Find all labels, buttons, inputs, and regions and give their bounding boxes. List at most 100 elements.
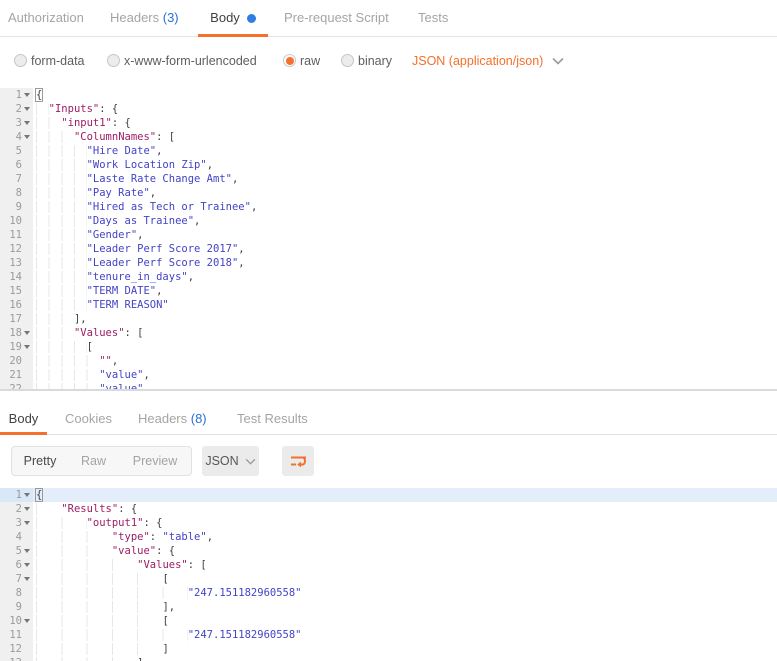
fold-arrow-icon[interactable] <box>24 563 30 567</box>
code-text: [ <box>33 340 777 354</box>
code-line[interactable]: 3 "input1": { <box>0 116 777 130</box>
code-line[interactable]: 15 "TERM DATE", <box>0 284 777 298</box>
fold-arrow-icon[interactable] <box>24 331 30 335</box>
request-tab-authorization[interactable]: Authorization <box>8 0 84 36</box>
request-tab-pre-request-script[interactable]: Pre-request Script <box>284 0 389 36</box>
code-line[interactable]: 3 "output1": { <box>0 516 777 530</box>
code-text: "ColumnNames": [ <box>33 130 777 144</box>
body-type-radio-x-www-form-urlencoded[interactable]: x-www-form-urlencoded <box>107 37 257 84</box>
tab-label: Headers <box>110 10 159 25</box>
response-toolbar: PrettyRawPreview JSON <box>0 446 777 476</box>
fold-arrow-icon[interactable] <box>24 577 30 581</box>
fold-arrow-icon[interactable] <box>24 619 30 623</box>
line-number: 16 <box>0 298 33 312</box>
code-line[interactable]: 13 ] <box>0 656 777 661</box>
request-tab-body[interactable]: Body <box>198 0 268 36</box>
fold-arrow-icon[interactable] <box>24 135 30 139</box>
gutter-cell: 8 <box>0 586 33 600</box>
code-line[interactable]: 14 "tenure_in_days", <box>0 270 777 284</box>
content-type-selector[interactable]: JSON (application/json) <box>412 37 564 84</box>
body-type-radio-binary[interactable]: binary <box>341 37 392 84</box>
gutter-cell: 22 <box>0 382 33 389</box>
code-line[interactable]: 1{ <box>0 488 777 502</box>
code-line[interactable]: 9 "Hired as Tech or Trainee", <box>0 200 777 214</box>
code-line[interactable]: 8 "Pay Rate", <box>0 186 777 200</box>
gutter-cell: 17 <box>0 312 33 326</box>
wrap-lines-button[interactable] <box>282 446 314 476</box>
code-line[interactable]: 2 "Results": { <box>0 502 777 516</box>
gutter-cell: 1 <box>0 88 33 102</box>
fold-arrow-icon[interactable] <box>24 121 30 125</box>
code-text: "type": "table", <box>33 530 777 544</box>
response-tab-bar: Body Cookies Headers (8) Test Results <box>0 404 777 435</box>
code-text: "Inputs": { <box>33 102 777 116</box>
code-line[interactable]: 9 ], <box>0 600 777 614</box>
gutter-cell: 6 <box>0 558 33 572</box>
code-line[interactable]: 10 "Days as Trainee", <box>0 214 777 228</box>
code-line[interactable]: 7 "Laste Rate Change Amt", <box>0 172 777 186</box>
response-tab-cookies[interactable]: Cookies <box>65 404 112 434</box>
code-line[interactable]: 12 "Leader Perf Score 2017", <box>0 242 777 256</box>
gutter-cell: 16 <box>0 298 33 312</box>
code-line[interactable]: 13 "Leader Perf Score 2018", <box>0 256 777 270</box>
code-text: "Laste Rate Change Amt", <box>33 172 777 186</box>
code-line[interactable]: 6 "Values": [ <box>0 558 777 572</box>
fold-arrow-icon[interactable] <box>24 93 30 97</box>
code-line[interactable]: 12 ] <box>0 642 777 656</box>
code-line[interactable]: 6 "Work Location Zip", <box>0 158 777 172</box>
view-mode-raw[interactable]: Raw <box>68 447 119 475</box>
code-line[interactable]: 4 "ColumnNames": [ <box>0 130 777 144</box>
request-tab-tests[interactable]: Tests <box>418 0 448 36</box>
code-line[interactable]: 8 "247.151182960558" <box>0 586 777 600</box>
code-line[interactable]: 4 "type": "table", <box>0 530 777 544</box>
tab-label: Body <box>9 411 39 426</box>
code-line[interactable]: 11 "Gender", <box>0 228 777 242</box>
response-tab-body[interactable]: Body <box>0 404 47 434</box>
response-tab-headers[interactable]: Headers (8) <box>138 404 207 434</box>
code-line[interactable]: 22 "value", <box>0 382 777 389</box>
line-number: 12 <box>0 642 33 656</box>
tab-label: Body <box>210 0 240 36</box>
code-text: { <box>33 488 777 502</box>
code-line[interactable]: 17 ], <box>0 312 777 326</box>
code-line[interactable]: 18 "Values": [ <box>0 326 777 340</box>
chevron-down-icon <box>245 458 256 465</box>
gutter-cell: 18 <box>0 326 33 340</box>
code-line[interactable]: 7 [ <box>0 572 777 586</box>
code-line[interactable]: 5 "Hire Date", <box>0 144 777 158</box>
fold-arrow-icon[interactable] <box>24 549 30 553</box>
code-line[interactable]: 2 "Inputs": { <box>0 102 777 116</box>
body-type-radio-raw[interactable]: raw <box>283 37 320 84</box>
code-text: "Leader Perf Score 2017", <box>33 242 777 256</box>
gutter-cell: 14 <box>0 270 33 284</box>
code-line[interactable]: 10 [ <box>0 614 777 628</box>
code-line[interactable]: 16 "TERM REASON" <box>0 298 777 312</box>
body-type-bar: form-datax-www-form-urlencodedrawbinary … <box>0 37 777 84</box>
code-line[interactable]: 19 [ <box>0 340 777 354</box>
code-line[interactable]: 11 "247.151182960558" <box>0 628 777 642</box>
code-line[interactable]: 5 "value": { <box>0 544 777 558</box>
response-language-selector[interactable]: JSON <box>202 446 259 476</box>
fold-arrow-icon[interactable] <box>24 521 30 525</box>
view-mode-pretty[interactable]: Pretty <box>12 447 68 475</box>
gutter-cell: 8 <box>0 186 33 200</box>
fold-arrow-icon[interactable] <box>24 507 30 511</box>
gutter-cell: 4 <box>0 130 33 144</box>
view-mode-preview[interactable]: Preview <box>119 447 191 475</box>
fold-arrow-icon[interactable] <box>24 107 30 111</box>
response-body-editor[interactable]: 1{2 "Results": {3 "output1": {4 "type": … <box>0 488 777 661</box>
fold-arrow-icon[interactable] <box>24 345 30 349</box>
request-tab-headers[interactable]: Headers (3) <box>110 0 179 36</box>
line-number: 7 <box>0 172 33 186</box>
body-type-radio-form-data[interactable]: form-data <box>14 37 85 84</box>
code-line[interactable]: 21 "value", <box>0 368 777 382</box>
fold-arrow-icon[interactable] <box>24 493 30 497</box>
code-text: "", <box>33 354 777 368</box>
request-body-editor[interactable]: 1{2 "Inputs": {3 "input1": {4 "ColumnNam… <box>0 88 777 389</box>
code-line[interactable]: 20 "", <box>0 354 777 368</box>
response-tab-test-results[interactable]: Test Results <box>237 404 308 434</box>
radio-label: binary <box>358 54 392 68</box>
radio-icon <box>107 54 120 67</box>
code-line[interactable]: 1{ <box>0 88 777 102</box>
tab-label: Pre-request Script <box>284 10 389 25</box>
